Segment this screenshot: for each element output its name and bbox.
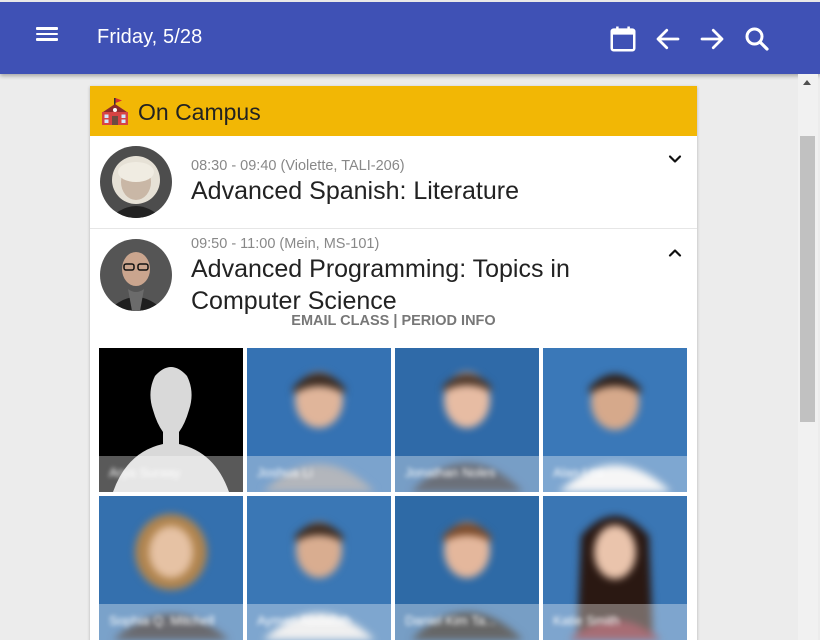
arrow-left-icon[interactable]	[653, 24, 683, 54]
student-photo[interactable]: Katie Smith	[543, 496, 687, 640]
search-icon[interactable]	[742, 24, 772, 54]
teacher-avatar	[100, 146, 172, 218]
student-name: Joshua Li	[257, 465, 313, 480]
student-name: Katie Smith	[553, 613, 620, 628]
actions-separator: |	[393, 313, 398, 329]
student-photo[interactable]: Ayman Abdallah	[247, 496, 391, 640]
school-icon	[102, 98, 128, 125]
student-name: Daniel Kim Ta...	[405, 613, 496, 628]
student-name: Alan Lee	[553, 465, 605, 480]
student-name: Arya Suraay	[109, 465, 181, 480]
class-name: Advanced Spanish: Literature	[191, 177, 519, 205]
student-photo[interactable]: Daniel Kim Ta...	[395, 496, 539, 640]
class-actions: EMAIL CLASS | PERIOD INFO	[90, 313, 697, 329]
student-photo[interactable]: Joshua Li	[247, 348, 391, 492]
period-info-link[interactable]: PERIOD INFO	[401, 313, 495, 329]
student-name: Sophia Q. Mitchell	[109, 613, 215, 628]
scrollbar-thumb[interactable]	[800, 136, 815, 422]
section-label: On Campus	[138, 99, 261, 125]
student-name-plate: Ayman Abdallah	[247, 604, 391, 640]
chevron-down-icon[interactable]	[665, 149, 685, 169]
class-item[interactable]: 08:30 - 09:40 (Violette, TALI-206) Advan…	[90, 136, 697, 229]
menu-icon[interactable]	[36, 24, 58, 50]
page-title: Friday, 5/28	[97, 26, 203, 48]
student-name-plate: Arya Suraay	[99, 456, 243, 492]
class-name-line-1: Advanced Programming: Topics in	[191, 255, 570, 283]
student-photo[interactable]: Jonathan Noles	[395, 348, 539, 492]
student-name-plate: Alan Lee	[543, 456, 687, 492]
student-name-plate: Sophia Q. Mitchell	[99, 604, 243, 640]
student-name: Jonathan Noles	[405, 465, 496, 480]
student-photo[interactable]: Sophia Q. Mitchell	[99, 496, 243, 640]
app-bar: Friday, 5/28	[0, 0, 820, 74]
calendar-icon[interactable]	[608, 24, 638, 54]
student-photo[interactable]: Arya Suraay	[99, 348, 243, 492]
class-time: 09:50 - 11:00 (Mein, MS-101)	[191, 236, 380, 252]
chevron-up-icon[interactable]	[665, 243, 685, 263]
student-name-plate: Jonathan Noles	[395, 456, 539, 492]
student-name-plate: Katie Smith	[543, 604, 687, 640]
student-name: Ayman Abdallah	[257, 613, 351, 628]
student-name-plate: Joshua Li	[247, 456, 391, 492]
arrow-right-icon[interactable]	[697, 24, 727, 54]
student-photo[interactable]: Alan Lee	[543, 348, 687, 492]
class-time: 08:30 - 09:40 (Violette, TALI-206)	[191, 158, 405, 174]
schedule-card: On Campus 08:30 - 09:40 (Violette, TALI-…	[90, 86, 697, 640]
teacher-avatar	[100, 239, 172, 311]
section-header: On Campus	[90, 86, 697, 136]
email-class-link[interactable]: EMAIL CLASS	[291, 313, 389, 329]
scroll-up-arrow[interactable]	[803, 80, 811, 85]
scrollbar[interactable]	[798, 74, 818, 640]
student-name-plate: Daniel Kim Ta...	[395, 604, 539, 640]
